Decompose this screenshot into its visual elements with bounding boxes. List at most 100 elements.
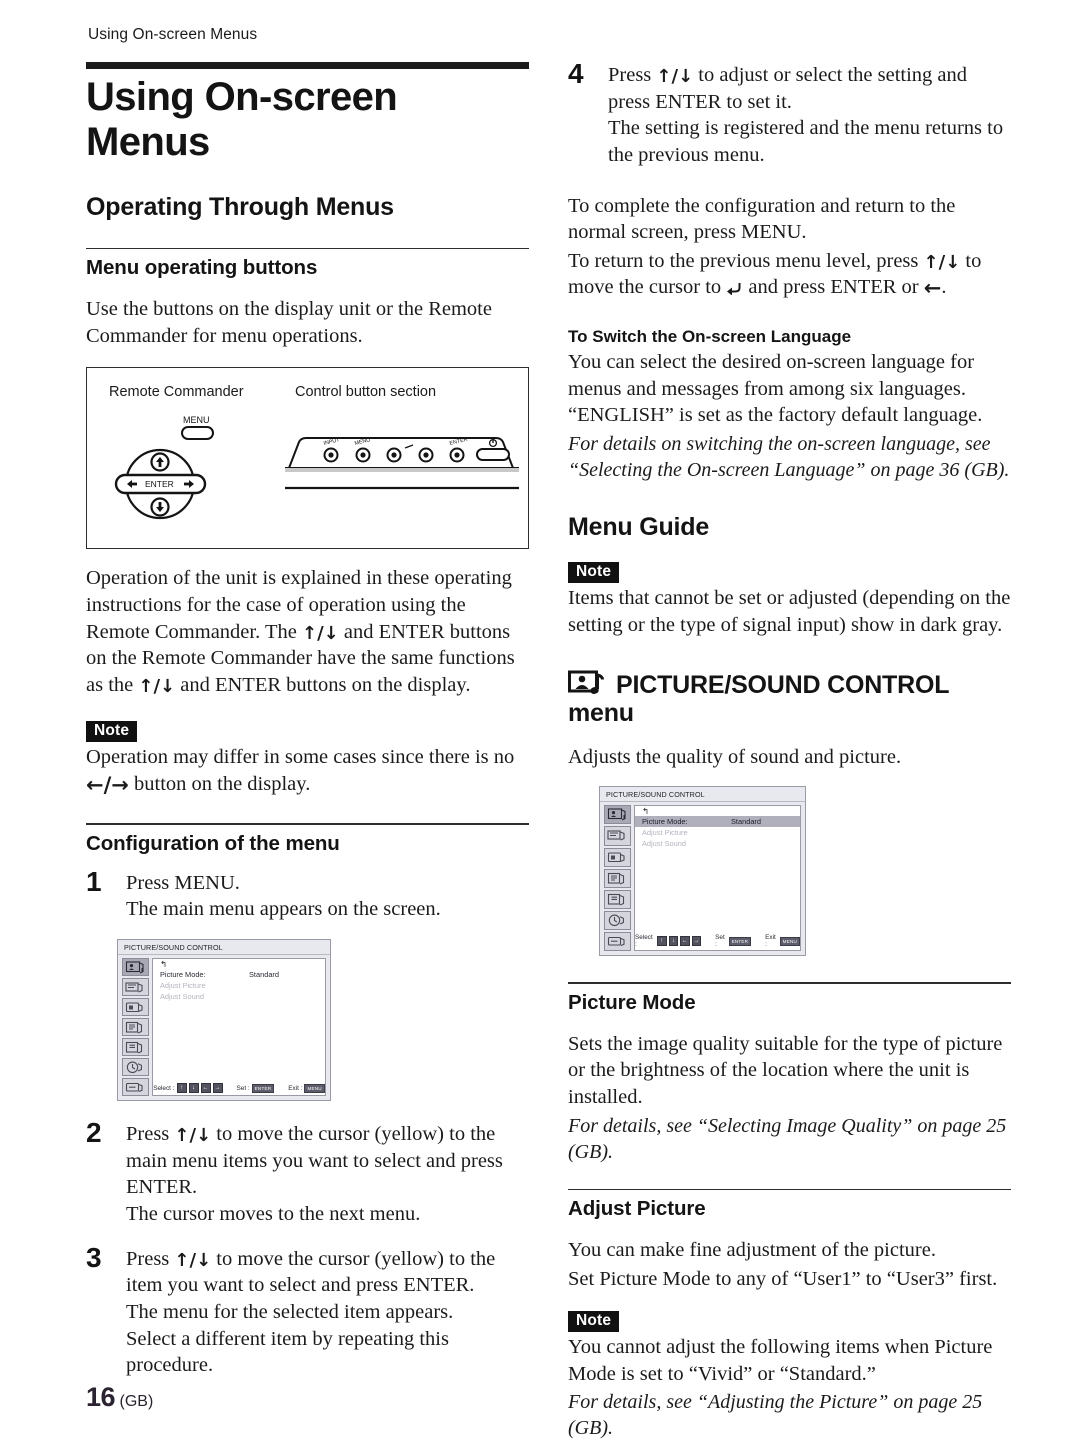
osd-back-arrow-icon-2[interactable]: ↰	[635, 806, 800, 816]
osd-content-pane-2: ↰ Picture Mode: Standard Adjust Picture …	[634, 805, 801, 952]
osd-key-down-2[interactable]: ↓	[668, 936, 679, 947]
osd-row-label: Picture Mode:	[160, 969, 206, 979]
osd-icon-clock[interactable]	[122, 1058, 149, 1077]
osd-icon-info-2[interactable]	[604, 932, 631, 952]
step-1-number: 1	[86, 865, 102, 897]
note-text-1-part2: button on the display.	[128, 772, 311, 795]
paragraph-picture-mode-ref: For details, see “Selecting Image Qualit…	[568, 1114, 1007, 1163]
section-heading-picture-sound-control: PICTURE/SOUND CONTROL menu	[568, 669, 1011, 728]
subheading-configuration: Configuration of the menu	[86, 831, 340, 855]
osd-key-left[interactable]: ←	[200, 1083, 211, 1094]
paragraph-return-previous: To return to the previous menu level, pr…	[568, 248, 1011, 301]
osd-set-label-2: Set :	[715, 934, 725, 949]
osd-row-label: Adjust Picture	[642, 827, 688, 837]
step-3-part1: Press	[126, 1247, 175, 1270]
divider-2	[86, 823, 529, 825]
osd-row-label: Adjust Sound	[642, 838, 686, 848]
right-column: 4 Press ↑/↓ to adjust or select the sett…	[568, 58, 1011, 1441]
osd-row-value: Standard	[731, 816, 761, 826]
osd-key-down[interactable]: ↓	[188, 1083, 199, 1094]
osd-row-adjust-picture[interactable]: Adjust Picture	[153, 980, 325, 991]
svg-text:MENU: MENU	[183, 415, 210, 425]
paragraph-ps-desc: Adjusts the quality of sound and picture…	[568, 745, 902, 768]
osd-row-adjust-picture-2[interactable]: Adjust Picture	[635, 827, 800, 838]
note-block-1: Note Operation may differ in some cases …	[86, 720, 529, 798]
osd-key-right[interactable]: →	[212, 1083, 223, 1094]
osd-icon-timer-2[interactable]	[604, 868, 631, 888]
return-arrow-icon	[726, 276, 743, 296]
step-2: 2 Press ↑/↓ to move the cursor (yellow) …	[86, 1117, 529, 1228]
osd-key-menu-2[interactable]: MENU	[779, 936, 800, 946]
osd-key-up-2[interactable]: ↑	[657, 936, 667, 947]
heading-switch-language: To Switch the On-screen Language	[568, 327, 852, 347]
osd-icon-clock-2[interactable]	[604, 910, 631, 931]
step-3: 3 Press ↑/↓ to move the cursor (yellow) …	[86, 1242, 529, 1379]
osd-key-left-2[interactable]: ←	[680, 936, 690, 947]
osd-key-enter-2[interactable]: ENTER	[728, 936, 752, 946]
picture-sound-control-icon	[568, 669, 608, 699]
osd-footer-select-2: Select : ↑ ↓ ← →	[635, 934, 702, 948]
osd-icon-rail-2	[604, 805, 631, 952]
osd-back-arrow-icon[interactable]: ↰	[153, 959, 325, 969]
osd-icon-input[interactable]	[122, 998, 149, 1017]
osd-row-picture-mode-selected[interactable]: Picture Mode: Standard	[635, 815, 800, 827]
left-right-arrow-icon: ←/→	[86, 772, 129, 797]
paragraph-operation-part3: and ENTER buttons on the display.	[175, 674, 471, 697]
osd-screenshot-picture-sound: PICTURE/SOUND CONTROL ↰ Picture Mode: St…	[599, 786, 806, 957]
step-1-line-2: The main menu appears on the screen.	[126, 898, 441, 921]
osd-footer-exit: Exit : MENU	[288, 1083, 325, 1093]
up-down-arrow-icon: ↑/↓	[301, 622, 339, 644]
osd-key-up[interactable]: ↑	[176, 1083, 187, 1094]
osd-icon-picture-sound[interactable]	[122, 958, 149, 977]
step-3-line-2: The menu for the selected item appears.	[126, 1300, 454, 1323]
osd-icon-rail	[122, 958, 149, 1097]
osd-title: PICTURE/SOUND CONTROL	[118, 940, 330, 956]
osd-row-picture-mode[interactable]: Picture Mode: Standard	[153, 969, 325, 980]
osd-footer-set-2: Set : ENTER	[715, 934, 752, 949]
paragraph-adjust-picture-2: Set Picture Mode to any of “User1” to “U…	[568, 1267, 998, 1290]
osd-select-label: Select :	[153, 1084, 175, 1092]
subheading-adjust-picture: Adjust Picture	[568, 1197, 706, 1221]
ps-menu-title-text-2: menu	[568, 699, 634, 728]
osd-icon-options-2[interactable]	[604, 889, 631, 909]
osd-icon-screen[interactable]	[122, 978, 149, 997]
osd-row-adjust-sound[interactable]: Adjust Sound	[153, 991, 325, 1002]
paragraph-picture-mode: Sets the image quality suitable for the …	[568, 1032, 1003, 1109]
osd-row-adjust-sound-2[interactable]: Adjust Sound	[635, 838, 800, 849]
note-block-2: Note Items that cannot be set or adjuste…	[568, 562, 1011, 639]
up-down-arrow-icon-2: ↑/↓	[138, 676, 176, 698]
manual-page: Using On-screen Menus Using On-screen Me…	[0, 0, 1080, 1441]
osd-footer-exit-2: Exit : MENU	[765, 934, 800, 948]
svg-text:ENTER: ENTER	[145, 479, 174, 489]
osd-icon-options[interactable]	[122, 1038, 149, 1057]
osd-key-menu[interactable]: MENU	[304, 1083, 325, 1093]
step-4-line-1: Press ↑/↓ to adjust or select the settin…	[608, 62, 1011, 115]
figure-remote-commander: Remote Commander Control button section …	[86, 367, 529, 550]
osd-footer-select: Select : ↑ ↓ ← →	[153, 1083, 223, 1094]
osd-key-right-2[interactable]: →	[691, 936, 702, 947]
note-text-3-ref: For details, see “Adjusting the Picture”…	[568, 1391, 983, 1440]
divider	[86, 247, 529, 250]
osd-icon-picture-sound-2[interactable]	[604, 805, 631, 825]
osd-icon-input-2[interactable]	[604, 847, 631, 867]
osd-key-enter[interactable]: ENTER	[251, 1083, 275, 1093]
osd-icon-info[interactable]	[122, 1078, 149, 1097]
up-down-arrow-icon-6: ↑/↓	[923, 251, 961, 273]
folio-number: 16	[86, 1382, 116, 1412]
note-badge-2: Note	[568, 562, 620, 584]
paragraph-return-part1: To return to the previous menu level, pr…	[568, 249, 924, 272]
note-text-1: Operation may differ in some cases since…	[86, 744, 529, 797]
osd-icon-timer[interactable]	[122, 1018, 149, 1037]
osd-row-value: Standard	[249, 969, 279, 979]
figure-caption-remote: Remote Commander	[109, 384, 244, 401]
section-heading-menu-guide: Menu Guide	[568, 513, 710, 542]
osd-icon-screen-2[interactable]	[604, 826, 631, 846]
note-badge-3: Note	[568, 1310, 620, 1332]
step-4-part1: Press	[608, 64, 657, 86]
page-folio: 16 (GB)	[86, 1382, 153, 1413]
step-4-number: 4	[568, 58, 584, 89]
paragraph-language-ref: For details on switching the on-screen l…	[568, 433, 1010, 482]
subheading-picture-mode: Picture Mode	[568, 990, 696, 1014]
osd-footer: Select : ↑ ↓ ← → Set : ENTER Exit : MENU	[153, 1083, 325, 1094]
paragraph-operation-explained: Operation of the unit is explained in th…	[86, 565, 529, 698]
